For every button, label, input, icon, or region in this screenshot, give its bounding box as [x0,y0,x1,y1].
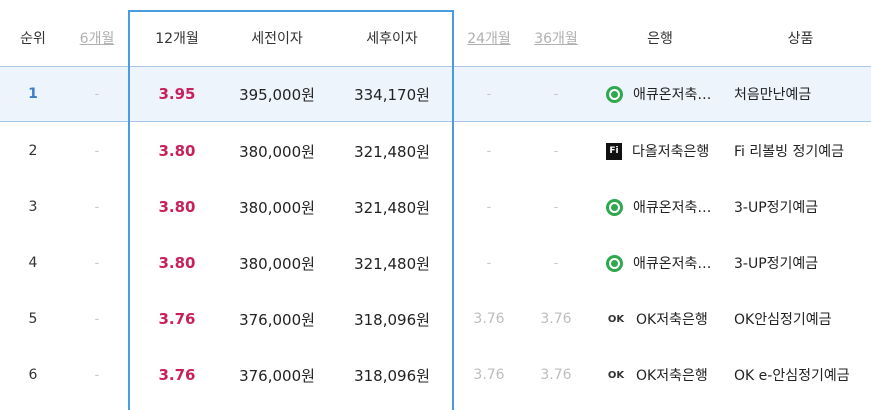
bank-name: OK저축은행 [636,312,708,328]
pre-tax-interest: 380,000원 [239,198,315,217]
pre-tax-interest: 376,000원 [239,366,315,385]
post-tax-interest: 321,480원 [354,142,430,161]
product-name[interactable]: 처음만난예금 [730,67,871,121]
rank-value: 6 [28,367,38,383]
table-row[interactable]: 1 - 3.95 395,000원 334,170원 - - 애큐온저축… 처음… [0,66,871,122]
header-24-month[interactable]: 24개월 [456,10,522,66]
table-row[interactable]: 6 - 3.76 376,000원 318,096원 3.76 3.76 OK … [0,347,871,403]
rate-24-month: - [486,86,492,102]
acuon-logo-icon [606,198,623,216]
table-row[interactable]: 5 - 3.76 376,000원 318,096원 3.76 3.76 OK … [0,291,871,347]
rank-value: 5 [28,311,38,327]
rate-12-month: 3.80 [158,254,196,272]
pre-tax-interest: 376,000원 [239,310,315,329]
header-36-month[interactable]: 36개월 [522,10,590,66]
bank-name: 애큐온저축… [633,256,712,272]
rate-24-month: - [486,143,492,159]
rate-36-month: - [553,255,559,271]
product-name[interactable]: 3-UP정기예금 [730,179,871,235]
bank-cell[interactable]: 애큐온저축… [590,235,730,291]
bank-name: 애큐온저축… [633,87,712,103]
rate-12-month: 3.80 [158,198,196,216]
bank-cell[interactable]: Fi 다올저축은행 [590,123,730,179]
post-tax-interest: 321,480원 [354,254,430,273]
header-rank: 순위 [20,31,46,47]
header-post-tax-interest: 세후이자 [366,31,418,47]
pre-tax-interest: 395,000원 [239,85,315,104]
rate-12-month: 3.95 [158,85,196,103]
rank-value: 3 [28,199,38,215]
table-row[interactable]: 2 - 3.80 380,000원 321,480원 - - Fi 다올저축은행… [0,123,871,179]
acuon-logo-icon [606,254,623,272]
ok-logo-icon: OK [607,313,625,325]
product-name[interactable]: OK e-안심정기예금 [730,347,871,403]
product-name[interactable]: OK안심정기예금 [730,291,871,347]
product-name[interactable]: 3-UP정기예금 [730,235,871,291]
header-12-month[interactable]: 12개월 [128,10,226,66]
table-header: 순위 6개월 12개월 세전이자 세후이자 24개월 36개월 은행 상품 [0,10,871,66]
rate-36-month: - [553,143,559,159]
header-pre-tax-interest: 세전이자 [251,31,303,47]
rate-24-month: 3.76 [473,367,505,383]
rate-6-month: - [94,86,100,102]
rate-36-month: 3.76 [540,367,572,383]
bank-name: 애큐온저축… [633,200,712,216]
rank-value: 1 [28,86,38,102]
rate-12-month: 3.80 [158,142,196,160]
post-tax-interest: 321,480원 [354,198,430,217]
post-tax-interest: 318,096원 [354,310,430,329]
rate-6-month: - [94,255,100,271]
bank-cell[interactable]: OK OK저축은행 [590,291,730,347]
table-row[interactable]: 4 - 3.80 380,000원 321,480원 - - 애큐온저축… 3-… [0,235,871,291]
rate-6-month: - [94,199,100,215]
bank-cell[interactable]: 애큐온저축… [590,67,730,121]
header-6-month[interactable]: 6개월 [66,10,128,66]
rate-36-month: 3.76 [540,311,572,327]
rate-36-month: - [553,86,559,102]
rank-value: 4 [28,255,38,271]
rank-value: 2 [28,143,38,159]
acuon-logo-icon [606,85,623,103]
rate-6-month: - [94,367,100,383]
bank-name: 다올저축은행 [632,144,710,160]
rate-24-month: 3.76 [473,311,505,327]
rate-36-month: - [553,199,559,215]
bank-cell[interactable]: OK OK저축은행 [590,347,730,403]
bank-name: OK저축은행 [636,368,708,384]
table-row[interactable]: 3 - 3.80 380,000원 321,480원 - - 애큐온저축… 3-… [0,179,871,235]
rate-24-month: - [486,199,492,215]
bank-cell[interactable]: 애큐온저축… [590,179,730,235]
ok-logo-icon: OK [607,369,625,381]
post-tax-interest: 318,096원 [354,366,430,385]
rate-12-month: 3.76 [158,310,196,328]
rate-6-month: - [94,143,100,159]
post-tax-interest: 334,170원 [354,85,430,104]
pre-tax-interest: 380,000원 [239,254,315,273]
rate-12-month: 3.76 [158,366,196,384]
header-bank: 은행 [647,31,673,47]
header-product: 상품 [787,31,814,47]
product-name[interactable]: Fi 리볼빙 정기예금 [730,123,871,179]
rate-6-month: - [94,311,100,327]
pre-tax-interest: 380,000원 [239,142,315,161]
rate-24-month: - [486,255,492,271]
daol-logo-icon: Fi [606,142,622,160]
